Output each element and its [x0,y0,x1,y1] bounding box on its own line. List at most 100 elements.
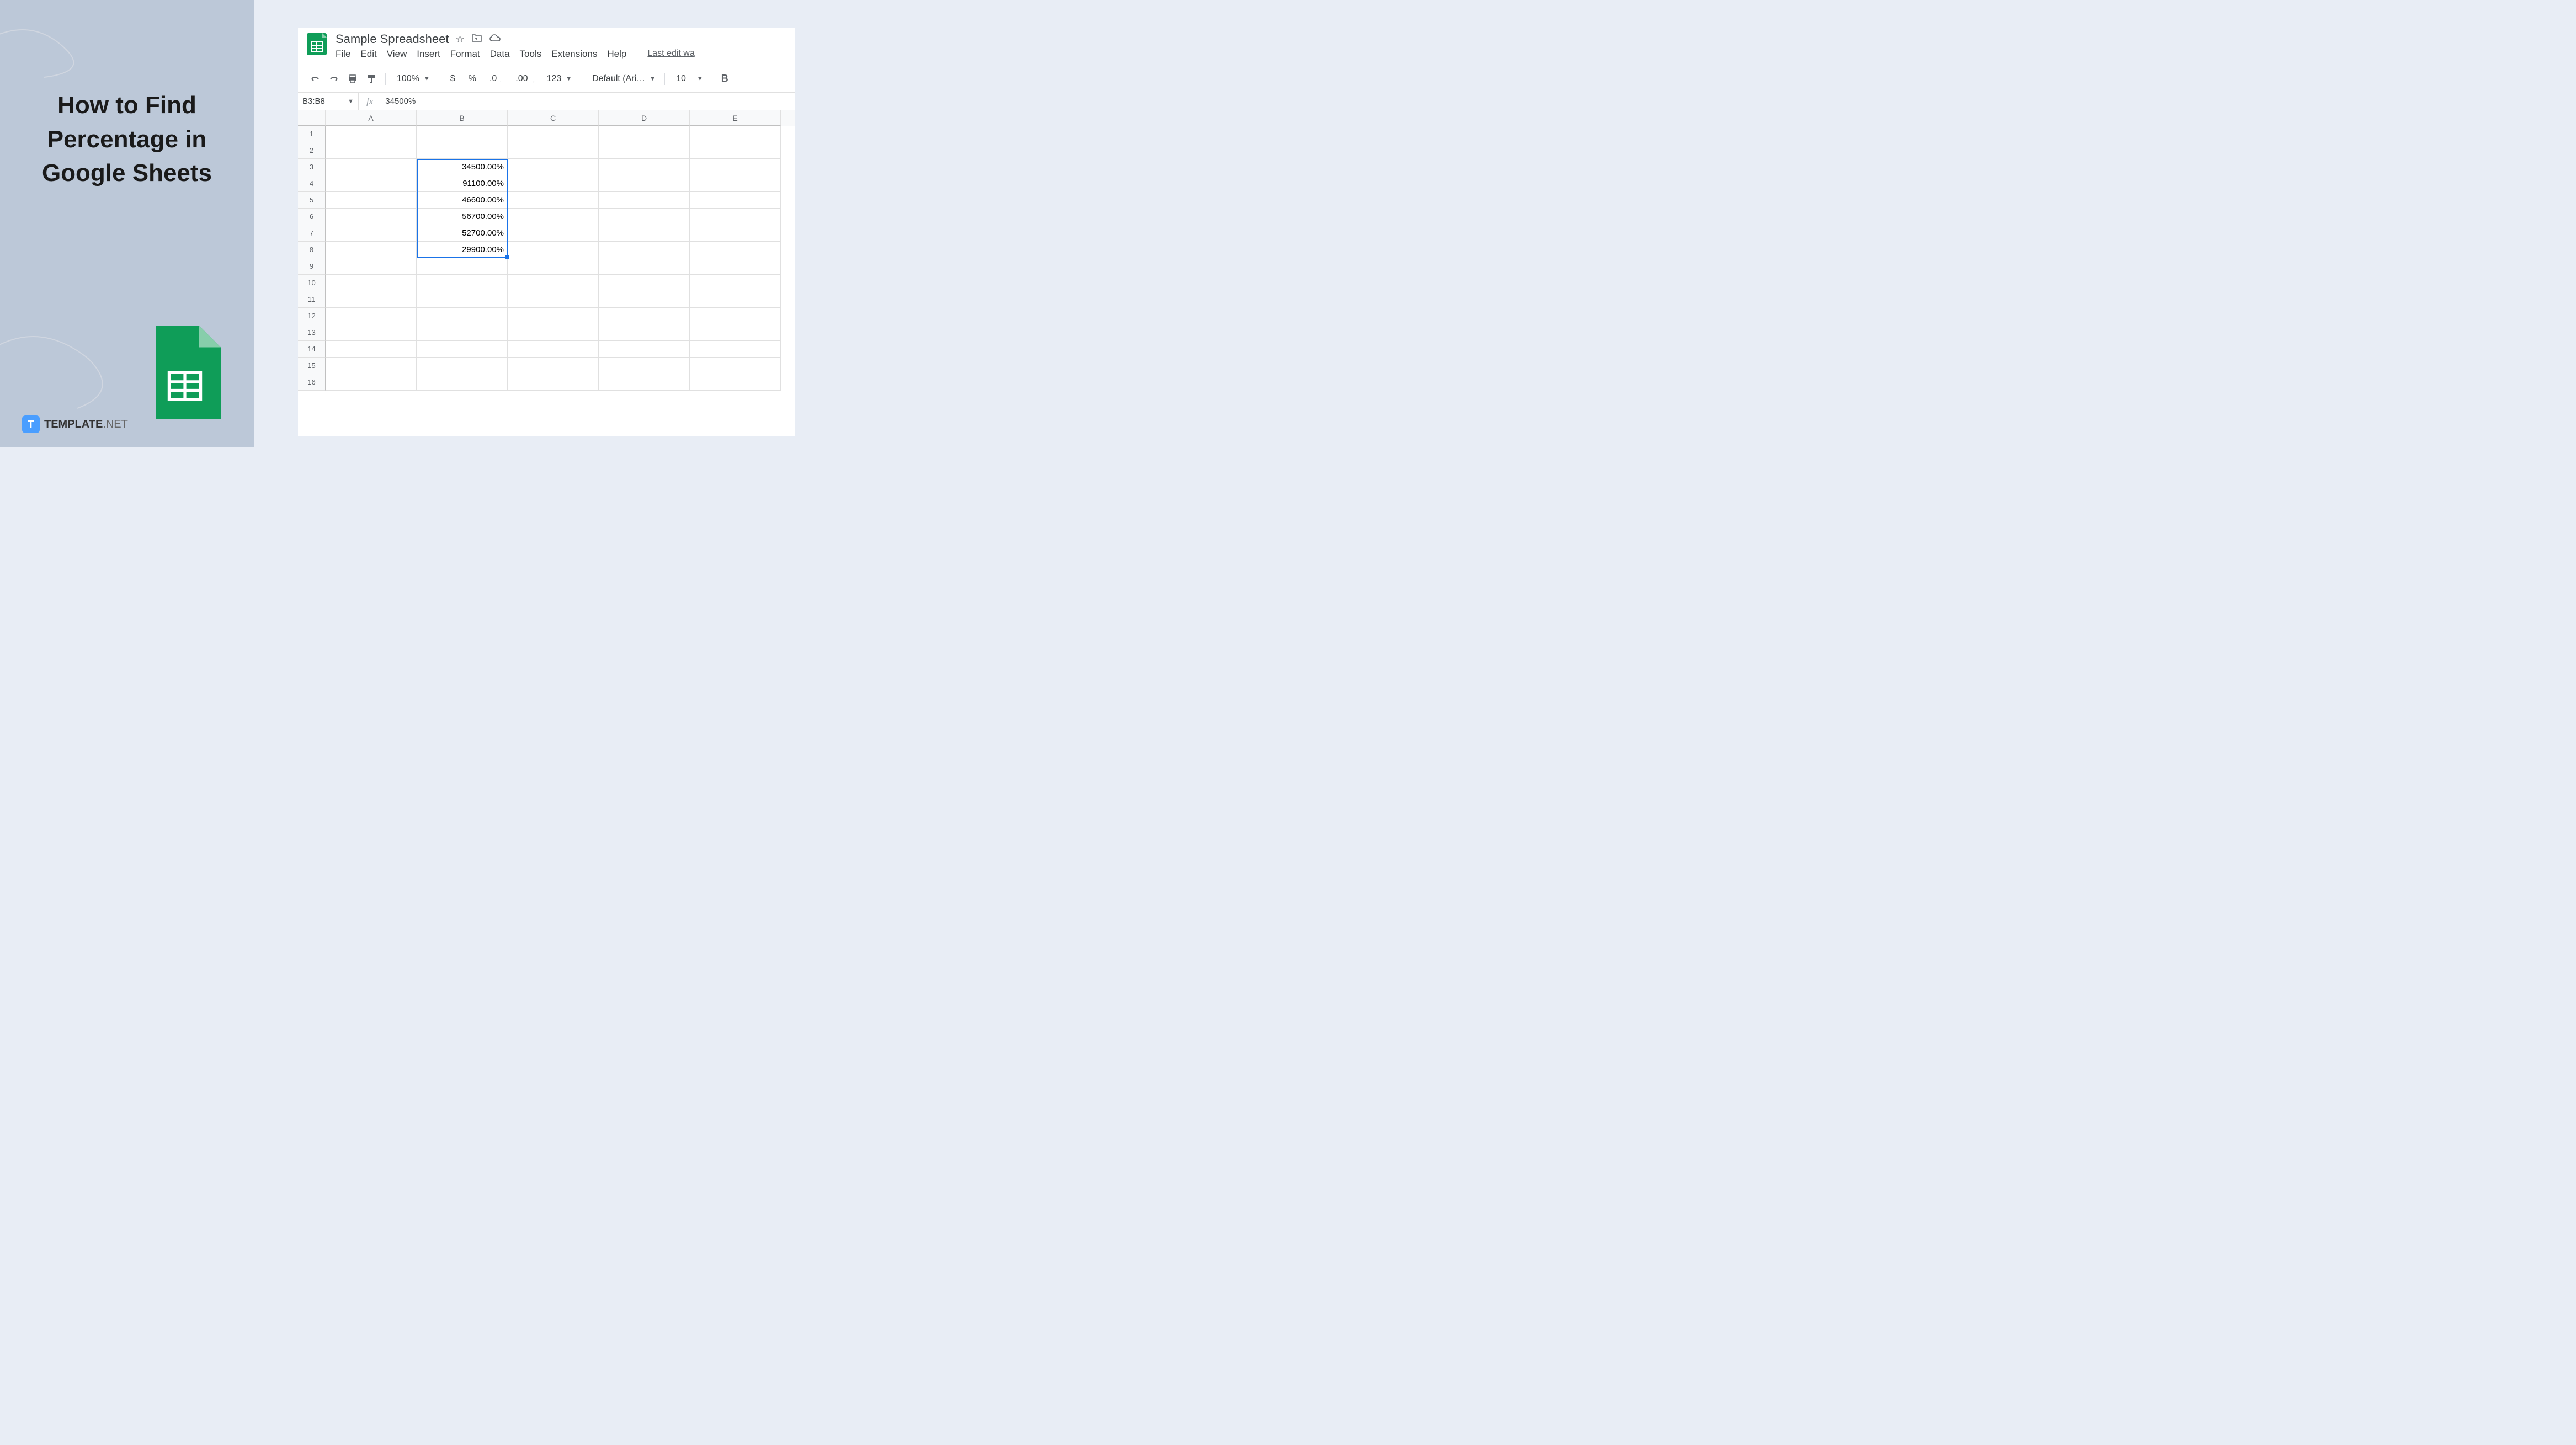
cell[interactable] [417,308,508,324]
star-icon[interactable]: ☆ [455,34,464,45]
cell[interactable] [690,126,781,142]
cell[interactable] [508,308,599,324]
cell[interactable] [508,358,599,374]
document-title[interactable]: Sample Spreadsheet [336,32,449,46]
cell[interactable] [326,175,417,192]
menu-help[interactable]: Help [607,49,626,60]
cell[interactable] [508,324,599,341]
row-header[interactable]: 1 [298,126,326,142]
cell[interactable] [599,324,690,341]
cell[interactable] [599,308,690,324]
formula-input[interactable] [381,97,795,106]
cell[interactable] [599,358,690,374]
cell[interactable] [326,192,417,209]
row-header[interactable]: 8 [298,242,326,258]
cell[interactable] [599,209,690,225]
cell[interactable] [599,175,690,192]
redo-button[interactable] [326,73,342,85]
name-box[interactable]: B3:B8▼ [298,93,359,110]
cell[interactable] [599,126,690,142]
cell[interactable] [508,242,599,258]
menu-format[interactable]: Format [450,49,480,60]
cell[interactable]: 52700.00% [417,225,508,242]
cell[interactable] [599,291,690,308]
cell[interactable] [599,374,690,391]
column-header-d[interactable]: D [599,110,690,126]
row-header[interactable]: 3 [298,159,326,175]
font-dropdown[interactable]: Default (Ari…▼ [587,72,659,86]
cell[interactable] [690,225,781,242]
cell[interactable] [508,126,599,142]
cell[interactable] [326,374,417,391]
cell[interactable] [690,142,781,159]
cell[interactable] [599,225,690,242]
cell[interactable] [508,275,599,291]
cell[interactable] [417,341,508,358]
cell[interactable] [690,258,781,275]
cell[interactable] [690,275,781,291]
menu-file[interactable]: File [336,49,350,60]
cell[interactable] [508,374,599,391]
cell[interactable] [599,142,690,159]
cell[interactable] [326,142,417,159]
row-header[interactable]: 7 [298,225,326,242]
cell[interactable] [326,291,417,308]
row-header[interactable]: 5 [298,192,326,209]
move-folder-icon[interactable] [471,33,482,46]
cell[interactable] [326,308,417,324]
cell[interactable] [326,126,417,142]
row-header[interactable]: 4 [298,175,326,192]
cell[interactable] [599,258,690,275]
cell[interactable] [417,358,508,374]
cell[interactable] [690,341,781,358]
cell[interactable]: 46600.00% [417,192,508,209]
cell[interactable] [599,341,690,358]
cell[interactable]: 91100.00% [417,175,508,192]
print-button[interactable] [344,72,361,86]
cell[interactable] [326,324,417,341]
menu-extensions[interactable]: Extensions [551,49,597,60]
bold-button[interactable]: B [718,71,732,87]
cell[interactable] [690,192,781,209]
spreadsheet-grid[interactable]: A B C D E 12334500.00%491100.00%546600.0… [298,110,795,391]
row-header[interactable]: 12 [298,308,326,324]
cell[interactable] [690,324,781,341]
menu-insert[interactable]: Insert [417,49,440,60]
cell[interactable] [508,225,599,242]
cell[interactable] [690,308,781,324]
cell[interactable] [508,258,599,275]
number-format-dropdown[interactable]: 123▼ [541,72,576,86]
cell[interactable] [690,291,781,308]
font-size-dropdown[interactable]: 10▼ [670,72,706,86]
cell[interactable] [326,209,417,225]
cell[interactable] [508,192,599,209]
cell[interactable] [690,209,781,225]
column-header-c[interactable]: C [508,110,599,126]
cell[interactable] [326,242,417,258]
row-header[interactable]: 6 [298,209,326,225]
cell[interactable]: 56700.00% [417,209,508,225]
cell[interactable]: 34500.00% [417,159,508,175]
cell[interactable] [326,258,417,275]
cell[interactable] [599,275,690,291]
row-header[interactable]: 10 [298,275,326,291]
cell[interactable] [508,291,599,308]
menu-edit[interactable]: Edit [360,49,376,60]
cell[interactable] [417,275,508,291]
column-header-b[interactable]: B [417,110,508,126]
cell[interactable] [508,159,599,175]
percent-button[interactable]: % [463,72,482,86]
cell[interactable] [508,209,599,225]
paint-format-button[interactable] [363,72,380,86]
row-header[interactable]: 13 [298,324,326,341]
cell[interactable] [417,142,508,159]
cloud-status-icon[interactable] [489,34,501,45]
last-edit-link[interactable]: Last edit wa [647,49,694,60]
row-header[interactable]: 16 [298,374,326,391]
row-header[interactable]: 15 [298,358,326,374]
row-header[interactable]: 9 [298,258,326,275]
column-header-a[interactable]: A [326,110,417,126]
cell[interactable] [326,358,417,374]
cell[interactable] [508,341,599,358]
menu-tools[interactable]: Tools [520,49,542,60]
